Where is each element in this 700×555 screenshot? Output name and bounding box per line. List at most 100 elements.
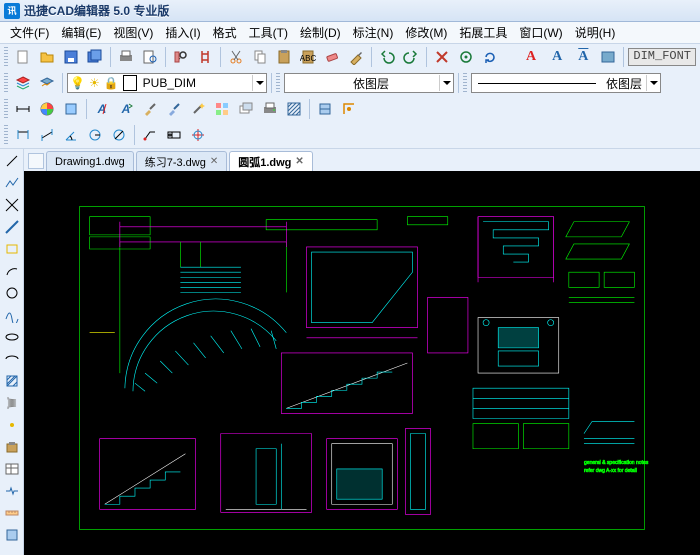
open-button[interactable] — [36, 46, 58, 68]
color-swatch — [287, 75, 347, 91]
menu-help[interactable]: 说明(H) — [569, 22, 622, 43]
font-field[interactable]: DIM_FONT — [628, 48, 696, 66]
layers-button[interactable] — [235, 98, 257, 120]
leader-button[interactable] — [139, 124, 161, 146]
dim-lin-button[interactable] — [12, 124, 34, 146]
circle-tool[interactable] — [2, 283, 22, 303]
menu-tools[interactable]: 工具(T) — [243, 22, 294, 43]
dist-button[interactable] — [12, 98, 34, 120]
brush1-button[interactable] — [139, 98, 161, 120]
tol-button[interactable] — [163, 124, 185, 146]
region-tool[interactable] — [2, 525, 22, 545]
layer-mgr-button[interactable] — [12, 72, 34, 94]
text-a2-button[interactable]: A — [115, 98, 137, 120]
menu-window[interactable]: 窗口(W) — [513, 22, 568, 43]
ellipse-tool[interactable] — [2, 327, 22, 347]
arc-tool[interactable] — [2, 261, 22, 281]
grip-icon[interactable] — [463, 73, 467, 93]
wheel-button[interactable] — [36, 98, 58, 120]
brush2-button[interactable] — [163, 98, 185, 120]
line-tool[interactable] — [2, 151, 22, 171]
rect-tool[interactable] — [2, 239, 22, 259]
new-button[interactable] — [12, 46, 34, 68]
find2-button[interactable] — [194, 46, 216, 68]
menu-draw[interactable]: 绘制(D) — [294, 22, 347, 43]
linetype-combo[interactable]: 依图层 — [471, 73, 661, 93]
left-toolbar — [0, 149, 24, 555]
text-tool-button[interactable] — [597, 46, 619, 68]
dim-rad-button[interactable] — [84, 124, 106, 146]
dim-align-button[interactable] — [36, 124, 58, 146]
extra2-button[interactable] — [338, 98, 360, 120]
block-tool[interactable] — [2, 437, 22, 457]
chevron-down-icon[interactable] — [439, 75, 453, 91]
title-bar: 讯 迅捷CAD编辑器 5.0 专业版 — [0, 0, 700, 22]
copy-button[interactable] — [249, 46, 271, 68]
grid-button[interactable] — [211, 98, 233, 120]
ray-tool[interactable] — [2, 217, 22, 237]
circ-button[interactable] — [455, 46, 477, 68]
text-style-a1[interactable]: A — [519, 46, 543, 68]
spline-tool[interactable] — [2, 305, 22, 325]
matchprop-button[interactable] — [345, 46, 367, 68]
wand-button[interactable] — [187, 98, 209, 120]
chevron-down-icon[interactable] — [646, 75, 660, 91]
refresh-button[interactable] — [479, 46, 501, 68]
menu-ext[interactable]: 拓展工具 — [453, 22, 513, 43]
text-style-a2[interactable]: A — [545, 46, 569, 68]
cut-button[interactable] — [225, 46, 247, 68]
area-button[interactable] — [60, 98, 82, 120]
preview-button[interactable] — [139, 46, 161, 68]
print2-button[interactable] — [259, 98, 281, 120]
tab-exercise[interactable]: 练习7-3.dwg✕ — [136, 151, 228, 171]
close-icon[interactable]: ✕ — [210, 156, 218, 167]
text-style-a3[interactable]: A — [571, 46, 595, 68]
grip-icon[interactable] — [4, 99, 8, 119]
redo-button[interactable] — [400, 46, 422, 68]
earc-tool[interactable] — [2, 349, 22, 369]
menu-modify[interactable]: 修改(M) — [399, 22, 453, 43]
menu-format[interactable]: 格式 — [207, 22, 243, 43]
saveall-button[interactable] — [84, 46, 106, 68]
find-button[interactable] — [170, 46, 192, 68]
drawing-canvas[interactable]: general & specification notes refer dwg … — [24, 171, 700, 555]
tab-label: 圆弧1.dwg — [238, 154, 291, 170]
x-button[interactable] — [431, 46, 453, 68]
color-combo[interactable]: 依图层 — [284, 73, 454, 93]
undo-button[interactable] — [376, 46, 398, 68]
erase-button[interactable] — [321, 46, 343, 68]
measure-tool[interactable] — [2, 503, 22, 523]
break-tool[interactable] — [2, 481, 22, 501]
chevron-down-icon[interactable] — [252, 75, 266, 91]
polyline-tool[interactable] — [2, 173, 22, 193]
menu-file[interactable]: 文件(F) — [4, 22, 55, 43]
save-button[interactable] — [60, 46, 82, 68]
layer-combo[interactable]: 💡 ☀ 🔒 PUB_DIM — [67, 73, 267, 93]
text-a-button[interactable]: A — [91, 98, 113, 120]
menu-dim[interactable]: 标注(N) — [347, 22, 400, 43]
grip-icon[interactable] — [4, 47, 8, 67]
close-icon[interactable]: ✕ — [295, 156, 303, 167]
paste2-button[interactable]: ABC — [297, 46, 319, 68]
dim-ang-button[interactable] — [60, 124, 82, 146]
table-tool[interactable] — [2, 459, 22, 479]
menu-insert[interactable]: 插入(I) — [159, 22, 206, 43]
xline-tool[interactable] — [2, 195, 22, 215]
grip-icon[interactable] — [4, 73, 8, 93]
tab-drawing1[interactable]: Drawing1.dwg — [46, 151, 134, 171]
paste-button[interactable] — [273, 46, 295, 68]
dim-dia-button[interactable] — [108, 124, 130, 146]
hatch-button[interactable] — [283, 98, 305, 120]
center-button[interactable] — [187, 124, 209, 146]
extra1-button[interactable] — [314, 98, 336, 120]
print-button[interactable] — [115, 46, 137, 68]
grip-icon[interactable] — [4, 125, 8, 145]
point-tool[interactable] — [2, 415, 22, 435]
layer-prev-button[interactable] — [36, 72, 58, 94]
tab-arc1[interactable]: 圆弧1.dwg ✕ — [229, 151, 313, 171]
menu-view[interactable]: 视图(V) — [107, 22, 159, 43]
grip-icon[interactable] — [276, 73, 280, 93]
spring-tool[interactable] — [2, 393, 22, 413]
hatch-tool[interactable] — [2, 371, 22, 391]
menu-edit[interactable]: 编辑(E) — [55, 22, 107, 43]
